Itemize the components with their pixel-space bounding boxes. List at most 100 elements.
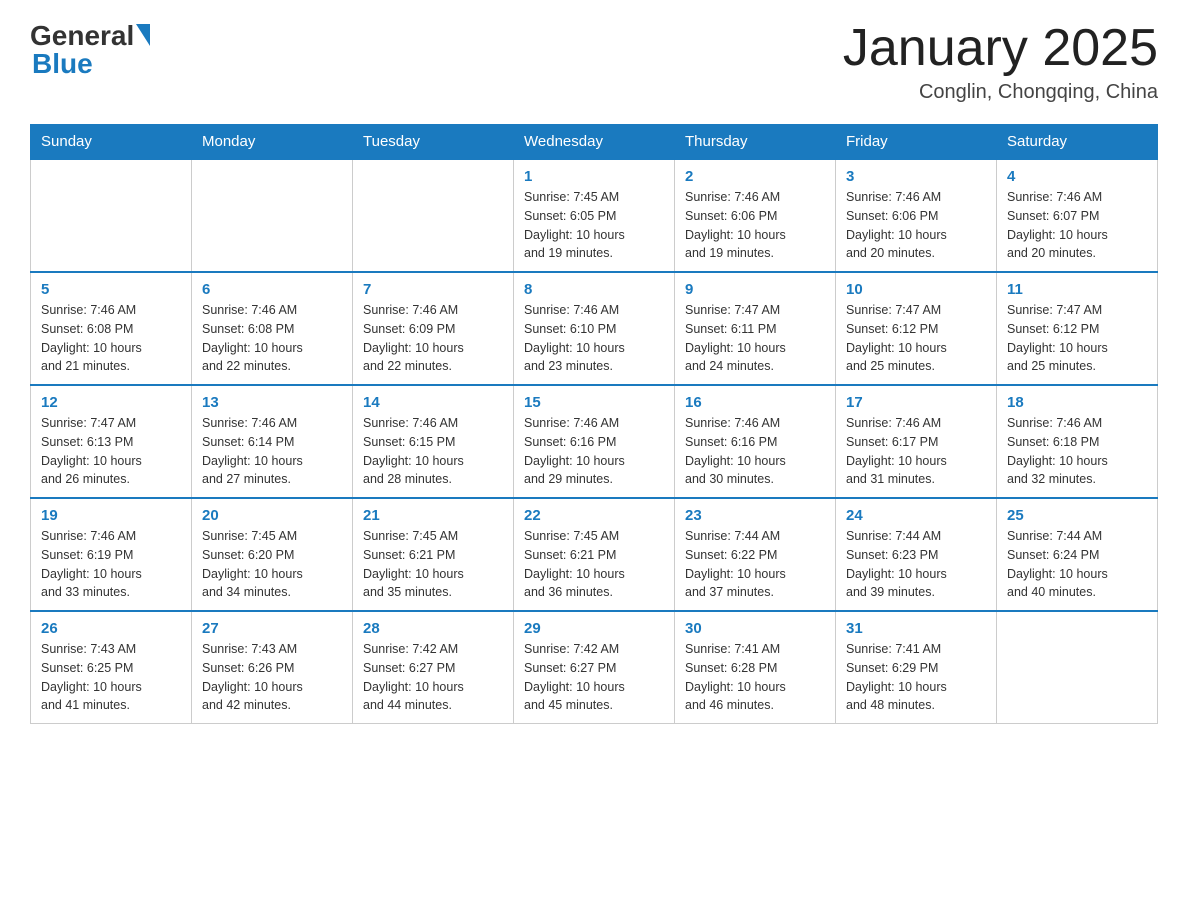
day-info: Sunrise: 7:46 AMSunset: 6:18 PMDaylight:… bbox=[1007, 414, 1147, 489]
day-number: 23 bbox=[685, 507, 825, 524]
calendar-header-saturday: Saturday bbox=[997, 125, 1158, 160]
day-number: 28 bbox=[363, 620, 503, 637]
calendar-cell: 28 Sunrise: 7:42 AMSunset: 6:27 PMDayligh… bbox=[353, 611, 514, 724]
day-number: 24 bbox=[846, 507, 986, 524]
day-info: Sunrise: 7:46 AMSunset: 6:17 PMDaylight:… bbox=[846, 414, 986, 489]
day-info: Sunrise: 7:47 AMSunset: 6:13 PMDaylight:… bbox=[41, 414, 181, 489]
day-info: Sunrise: 7:41 AMSunset: 6:29 PMDaylight:… bbox=[846, 640, 986, 715]
calendar-header-friday: Friday bbox=[836, 125, 997, 160]
day-number: 15 bbox=[524, 394, 664, 411]
calendar-table: SundayMondayTuesdayWednesdayThursdayFrid… bbox=[30, 124, 1158, 724]
day-info: Sunrise: 7:45 AMSunset: 6:21 PMDaylight:… bbox=[524, 527, 664, 602]
day-number: 17 bbox=[846, 394, 986, 411]
calendar-header-row: SundayMondayTuesdayWednesdayThursdayFrid… bbox=[31, 125, 1158, 160]
day-number: 21 bbox=[363, 507, 503, 524]
day-number: 9 bbox=[685, 281, 825, 298]
calendar-cell: 14 Sunrise: 7:46 AMSunset: 6:15 PMDayligh… bbox=[353, 385, 514, 498]
day-info: Sunrise: 7:44 AMSunset: 6:22 PMDaylight:… bbox=[685, 527, 825, 602]
calendar-week-row-4: 19Sunrise: 7:46 AMSunset: 6:19 PMDayligh… bbox=[31, 498, 1158, 611]
day-number: 22 bbox=[524, 507, 664, 524]
day-info: Sunrise: 7:42 AMSunset: 6:27 PMDaylight:… bbox=[524, 640, 664, 715]
day-number: 4 bbox=[1007, 168, 1147, 185]
day-info: Sunrise: 7:46 AMSunset: 6:08 PMDaylight:… bbox=[41, 301, 181, 376]
month-title: January 2025 bbox=[843, 20, 1158, 77]
day-number: 19 bbox=[41, 507, 181, 524]
calendar-cell: 22 Sunrise: 7:45 AMSunset: 6:21 PMDayligh… bbox=[514, 498, 675, 611]
day-info: Sunrise: 7:46 AMSunset: 6:07 PMDaylight:… bbox=[1007, 188, 1147, 263]
day-info: Sunrise: 7:45 AMSunset: 6:20 PMDaylight:… bbox=[202, 527, 342, 602]
calendar-header-wednesday: Wednesday bbox=[514, 125, 675, 160]
day-number: 29 bbox=[524, 620, 664, 637]
title-area: January 2025 Conglin, Chongqing, China bbox=[843, 20, 1158, 104]
day-info: Sunrise: 7:47 AMSunset: 6:12 PMDaylight:… bbox=[1007, 301, 1147, 376]
day-info: Sunrise: 7:47 AMSunset: 6:11 PMDaylight:… bbox=[685, 301, 825, 376]
logo-blue-text: Blue bbox=[32, 48, 93, 80]
day-info: Sunrise: 7:47 AMSunset: 6:12 PMDaylight:… bbox=[846, 301, 986, 376]
day-number: 27 bbox=[202, 620, 342, 637]
day-info: Sunrise: 7:42 AMSunset: 6:27 PMDaylight:… bbox=[363, 640, 503, 715]
calendar-cell: 7Sunrise: 7:46 AMSunset: 6:09 PMDaylight… bbox=[353, 272, 514, 385]
logo: General Blue bbox=[30, 20, 150, 80]
calendar-cell: 17 Sunrise: 7:46 AMSunset: 6:17 PMDayligh… bbox=[836, 385, 997, 498]
day-info: Sunrise: 7:43 AMSunset: 6:25 PMDaylight:… bbox=[41, 640, 181, 715]
day-info: Sunrise: 7:45 AMSunset: 6:21 PMDaylight:… bbox=[363, 527, 503, 602]
day-info: Sunrise: 7:46 AMSunset: 6:16 PMDaylight:… bbox=[685, 414, 825, 489]
calendar-cell: 4 Sunrise: 7:46 AMSunset: 6:07 PMDaylight… bbox=[997, 159, 1158, 272]
day-number: 8 bbox=[524, 281, 664, 298]
calendar-cell: 26 Sunrise: 7:43 AMSunset: 6:25 PMDayligh… bbox=[31, 611, 192, 724]
day-number: 6 bbox=[202, 281, 342, 298]
calendar-week-row-5: 26 Sunrise: 7:43 AMSunset: 6:25 PMDayligh… bbox=[31, 611, 1158, 724]
day-number: 3 bbox=[846, 168, 986, 185]
day-info: Sunrise: 7:46 AMSunset: 6:09 PMDaylight:… bbox=[363, 301, 503, 376]
calendar-cell: 13Sunrise: 7:46 AMSunset: 6:14 PMDayligh… bbox=[192, 385, 353, 498]
calendar-week-row-3: 12 Sunrise: 7:47 AMSunset: 6:13 PMDayligh… bbox=[31, 385, 1158, 498]
calendar-cell bbox=[997, 611, 1158, 724]
calendar-header-monday: Monday bbox=[192, 125, 353, 160]
calendar-header-sunday: Sunday bbox=[31, 125, 192, 160]
calendar-cell: 12 Sunrise: 7:47 AMSunset: 6:13 PMDayligh… bbox=[31, 385, 192, 498]
calendar-cell: 6 Sunrise: 7:46 AMSunset: 6:08 PMDaylight… bbox=[192, 272, 353, 385]
page-header: General Blue January 2025 Conglin, Chong… bbox=[30, 20, 1158, 104]
calendar-cell: 20Sunrise: 7:45 AMSunset: 6:20 PMDayligh… bbox=[192, 498, 353, 611]
day-number: 2 bbox=[685, 168, 825, 185]
day-number: 12 bbox=[41, 394, 181, 411]
calendar-cell: 15 Sunrise: 7:46 AMSunset: 6:16 PMDayligh… bbox=[514, 385, 675, 498]
calendar-cell: 16 Sunrise: 7:46 AMSunset: 6:16 PMDayligh… bbox=[675, 385, 836, 498]
day-info: Sunrise: 7:46 AMSunset: 6:16 PMDaylight:… bbox=[524, 414, 664, 489]
calendar-cell: 3 Sunrise: 7:46 AMSunset: 6:06 PMDaylight… bbox=[836, 159, 997, 272]
calendar-cell: 23 Sunrise: 7:44 AMSunset: 6:22 PMDayligh… bbox=[675, 498, 836, 611]
day-number: 10 bbox=[846, 281, 986, 298]
calendar-header-tuesday: Tuesday bbox=[353, 125, 514, 160]
calendar-cell: 18 Sunrise: 7:46 AMSunset: 6:18 PMDayligh… bbox=[997, 385, 1158, 498]
calendar-cell: 25Sunrise: 7:44 AMSunset: 6:24 PMDayligh… bbox=[997, 498, 1158, 611]
logo-triangle-icon bbox=[136, 24, 150, 46]
calendar-week-row-2: 5 Sunrise: 7:46 AMSunset: 6:08 PMDaylight… bbox=[31, 272, 1158, 385]
calendar-cell: 31Sunrise: 7:41 AMSunset: 6:29 PMDayligh… bbox=[836, 611, 997, 724]
day-number: 18 bbox=[1007, 394, 1147, 411]
calendar-cell: 5 Sunrise: 7:46 AMSunset: 6:08 PMDaylight… bbox=[31, 272, 192, 385]
calendar-cell: 27Sunrise: 7:43 AMSunset: 6:26 PMDayligh… bbox=[192, 611, 353, 724]
day-number: 30 bbox=[685, 620, 825, 637]
calendar-cell: 19Sunrise: 7:46 AMSunset: 6:19 PMDayligh… bbox=[31, 498, 192, 611]
day-info: Sunrise: 7:46 AMSunset: 6:06 PMDaylight:… bbox=[846, 188, 986, 263]
day-number: 14 bbox=[363, 394, 503, 411]
day-info: Sunrise: 7:46 AMSunset: 6:15 PMDaylight:… bbox=[363, 414, 503, 489]
calendar-week-row-1: 1Sunrise: 7:45 AMSunset: 6:05 PMDaylight… bbox=[31, 159, 1158, 272]
calendar-cell: 11Sunrise: 7:47 AMSunset: 6:12 PMDayligh… bbox=[997, 272, 1158, 385]
day-info: Sunrise: 7:46 AMSunset: 6:06 PMDaylight:… bbox=[685, 188, 825, 263]
calendar-cell: 8 Sunrise: 7:46 AMSunset: 6:10 PMDaylight… bbox=[514, 272, 675, 385]
day-info: Sunrise: 7:45 AMSunset: 6:05 PMDaylight:… bbox=[524, 188, 664, 263]
day-info: Sunrise: 7:44 AMSunset: 6:24 PMDaylight:… bbox=[1007, 527, 1147, 602]
day-info: Sunrise: 7:41 AMSunset: 6:28 PMDaylight:… bbox=[685, 640, 825, 715]
calendar-cell bbox=[353, 159, 514, 272]
day-number: 26 bbox=[41, 620, 181, 637]
calendar-cell: 30 Sunrise: 7:41 AMSunset: 6:28 PMDayligh… bbox=[675, 611, 836, 724]
day-info: Sunrise: 7:46 AMSunset: 6:08 PMDaylight:… bbox=[202, 301, 342, 376]
calendar-cell: 9 Sunrise: 7:47 AMSunset: 6:11 PMDaylight… bbox=[675, 272, 836, 385]
day-info: Sunrise: 7:46 AMSunset: 6:14 PMDaylight:… bbox=[202, 414, 342, 489]
day-number: 16 bbox=[685, 394, 825, 411]
day-info: Sunrise: 7:46 AMSunset: 6:10 PMDaylight:… bbox=[524, 301, 664, 376]
day-number: 5 bbox=[41, 281, 181, 298]
calendar-cell: 2 Sunrise: 7:46 AMSunset: 6:06 PMDaylight… bbox=[675, 159, 836, 272]
calendar-cell bbox=[192, 159, 353, 272]
